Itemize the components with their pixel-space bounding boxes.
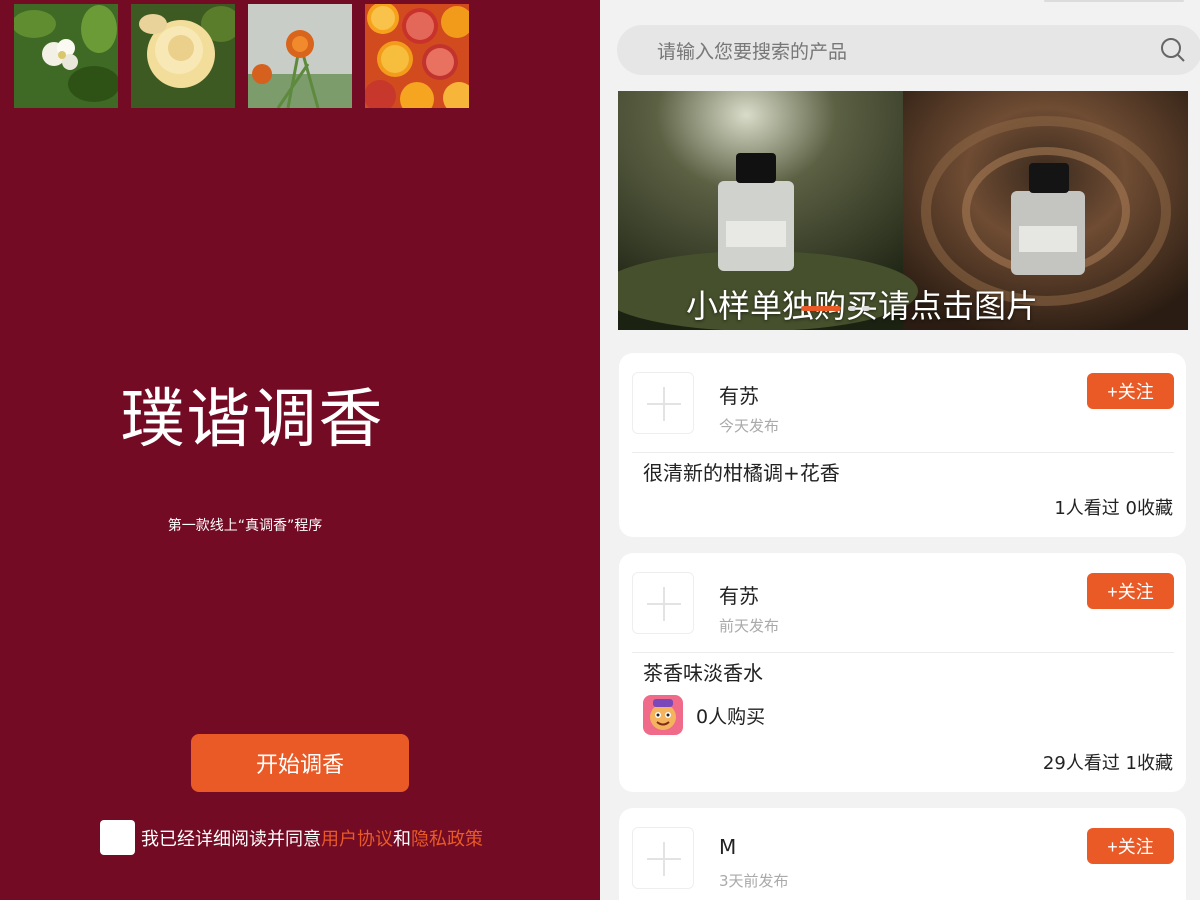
banner-caption: 小样单独购买请点击图片 — [686, 287, 1039, 325]
follow-button[interactable]: +关注 — [1087, 373, 1174, 409]
welcome-panel: 璞谐调香 第一款线上“真调香”程序 开始调香 我已经详细阅读并同意 用户协议 和… — [0, 0, 600, 900]
product-feed-panel: 请输入您要搜索的产品 小样单独购买请点击图片 有苏 今天发布 +关注 很清新的柑… — [600, 0, 1200, 900]
agreement-and: 和 — [393, 828, 411, 850]
brand-title: 璞谐调香 — [120, 383, 385, 457]
yellow-rose-image — [131, 4, 235, 108]
start-blending-button[interactable]: 开始调香 — [191, 734, 409, 792]
post-time: 前天发布 — [719, 617, 780, 635]
post-title[interactable]: 茶香味淡香水 — [643, 657, 763, 686]
carousel-dot[interactable] — [848, 306, 856, 311]
privacy-policy-link[interactable]: 隐私政策 — [411, 825, 483, 851]
post-time: 3天前发布 — [719, 872, 789, 890]
follow-button[interactable]: +关注 — [1087, 828, 1174, 864]
agreement-row: 我已经详细阅读并同意 用户协议 和 隐私政策 — [100, 820, 483, 855]
search-icon[interactable] — [1160, 37, 1186, 63]
follow-button[interactable]: +关注 — [1087, 573, 1174, 609]
post-card[interactable]: 有苏 今天发布 +关注 很清新的柑橘调+花香 1人看过 0收藏 — [619, 353, 1186, 537]
buyer-avatar-icon — [643, 695, 683, 735]
tagline: 第一款线上“真调香”程序 — [167, 518, 323, 534]
sample-banner[interactable]: 小样单独购买请点击图片 — [618, 91, 1188, 330]
post-stats: 29人看过 1收藏 — [1042, 753, 1173, 774]
buyers-count: 0人购买 — [696, 706, 766, 728]
post-time: 今天发布 — [719, 417, 780, 435]
thumbnail-strip — [14, 4, 469, 108]
agreement-text: 我已经详细阅读并同意 — [141, 828, 321, 850]
top-bar-edge — [1044, 0, 1184, 2]
avatar[interactable] — [632, 572, 694, 634]
author-name: 有苏 — [719, 584, 759, 608]
divider — [632, 652, 1174, 653]
post-card[interactable]: 有苏 前天发布 +关注 茶香味淡香水 0人购买 29人看过 1收藏 — [619, 553, 1186, 792]
user-agreement-link[interactable]: 用户协议 — [321, 825, 393, 851]
post-stats: 1人看过 0收藏 — [1054, 498, 1173, 519]
author-name: M — [719, 835, 737, 859]
search-input[interactable]: 请输入您要搜索的产品 — [657, 37, 847, 64]
carousel-dot[interactable] — [862, 306, 870, 311]
citrus-slices-image — [365, 4, 469, 108]
search-bar[interactable]: 请输入您要搜索的产品 — [617, 25, 1200, 75]
white-flower-image — [14, 4, 118, 108]
post-card[interactable]: M 3天前发布 +关注 — [619, 808, 1186, 900]
agreement-checkbox[interactable] — [100, 820, 135, 855]
divider — [632, 452, 1174, 453]
carousel-dot-active[interactable] — [801, 306, 841, 311]
author-name: 有苏 — [719, 384, 759, 408]
avatar[interactable] — [632, 372, 694, 434]
marigold-image — [248, 4, 352, 108]
post-title[interactable]: 很清新的柑橘调+花香 — [643, 457, 840, 486]
avatar[interactable] — [632, 827, 694, 889]
